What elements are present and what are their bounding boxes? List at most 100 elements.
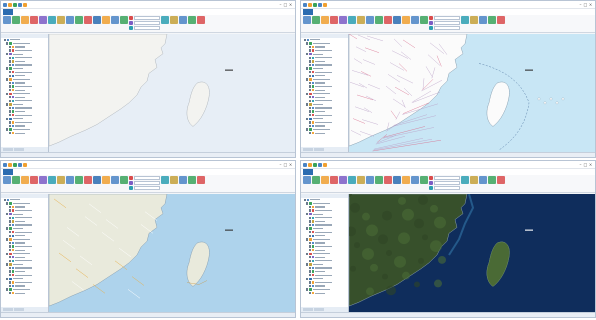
ribbon-tab[interactable]: [3, 169, 13, 175]
layer-checkbox-icon[interactable]: [6, 227, 9, 230]
ribbon-tab[interactable]: [313, 169, 322, 175]
ribbon-option-icon[interactable]: [129, 181, 133, 185]
ribbon-tool-icon[interactable]: [93, 176, 101, 184]
layer-checkbox-icon[interactable]: [8, 74, 11, 77]
ribbon-tab[interactable]: [40, 169, 49, 175]
ribbon-tool-icon[interactable]: [339, 176, 347, 184]
layer-checkbox-icon[interactable]: [308, 121, 311, 124]
layer-checkbox-icon[interactable]: [306, 202, 309, 205]
ribbon-tool-icon[interactable]: [384, 176, 392, 184]
ribbon-tab[interactable]: [340, 9, 349, 15]
ribbon-tab[interactable]: [22, 169, 31, 175]
ribbon-option-icon[interactable]: [129, 26, 133, 30]
layer-checkbox-icon[interactable]: [308, 248, 311, 252]
layer-checkbox-icon[interactable]: [308, 281, 311, 284]
ribbon-tool-icon[interactable]: [402, 16, 410, 24]
layer-checkbox-icon[interactable]: [8, 60, 11, 63]
layer-checkbox-icon[interactable]: [8, 216, 11, 219]
layer-checkbox-icon[interactable]: [306, 212, 309, 216]
ribbon-tool-icon[interactable]: [75, 176, 83, 184]
ribbon-tab[interactable]: [31, 9, 40, 15]
ribbon-tool-icon[interactable]: [497, 176, 505, 184]
layer-checkbox-icon[interactable]: [306, 78, 309, 81]
layer-checkbox-icon[interactable]: [6, 92, 9, 95]
layer-checkbox-icon[interactable]: [6, 117, 9, 121]
layer-checkbox-icon[interactable]: [306, 67, 309, 70]
ribbon-tool-icon[interactable]: [188, 16, 196, 24]
map-canvas[interactable]: [349, 194, 595, 312]
layer-checkbox-icon[interactable]: [308, 270, 311, 273]
ribbon-tab[interactable]: [313, 9, 322, 15]
ribbon-tool-icon[interactable]: [321, 176, 329, 184]
ribbon-tool-icon[interactable]: [102, 16, 110, 24]
layer-checkbox-icon[interactable]: [306, 52, 309, 56]
ribbon-tool-icon[interactable]: [179, 16, 187, 24]
layer-checkbox-icon[interactable]: [308, 284, 311, 288]
ribbon-tool-icon[interactable]: [66, 176, 74, 184]
ribbon-tab[interactable]: [31, 169, 40, 175]
ribbon-tool-icon[interactable]: [12, 176, 20, 184]
layer-checkbox-icon[interactable]: [8, 223, 11, 227]
ribbon-tool-icon[interactable]: [393, 176, 401, 184]
layer-checkbox-icon[interactable]: [6, 238, 9, 241]
quick-access-icon[interactable]: [313, 162, 317, 167]
map-view[interactable]: [49, 194, 295, 312]
ribbon-option-icon[interactable]: [129, 186, 133, 190]
ribbon-tool-icon[interactable]: [375, 176, 383, 184]
layer-checkbox-icon[interactable]: [308, 266, 311, 270]
ribbon-option-field[interactable]: [134, 176, 160, 180]
ribbon-tab[interactable]: [58, 9, 67, 15]
ribbon-option-icon[interactable]: [429, 21, 433, 25]
layer-checkbox-icon[interactable]: [6, 277, 9, 281]
layer-checkbox-icon[interactable]: [308, 63, 311, 67]
layer-checkbox-icon[interactable]: [8, 284, 11, 288]
ribbon-option-icon[interactable]: [429, 186, 433, 190]
ribbon-tool-icon[interactable]: [102, 176, 110, 184]
layer-checkbox-icon[interactable]: [8, 49, 11, 52]
ribbon-tool-icon[interactable]: [303, 176, 311, 184]
layer-tree-item[interactable]: [1, 131, 48, 135]
ribbon-option-field[interactable]: [134, 16, 160, 20]
ribbon-tool-icon[interactable]: [479, 16, 487, 24]
layer-checkbox-icon[interactable]: [8, 81, 11, 85]
layer-checkbox-icon[interactable]: [8, 266, 11, 270]
ribbon-tool-icon[interactable]: [348, 16, 356, 24]
layer-checkbox-icon[interactable]: [8, 241, 11, 245]
ribbon-tool-icon[interactable]: [120, 176, 128, 184]
ribbon-tool-icon[interactable]: [57, 176, 65, 184]
layer-checkbox-icon[interactable]: [308, 49, 311, 52]
ribbon-tab[interactable]: [331, 9, 340, 15]
layer-checkbox-icon[interactable]: [308, 259, 311, 263]
ribbon-tool-icon[interactable]: [348, 176, 356, 184]
close-icon[interactable]: ×: [588, 162, 593, 167]
ribbon-option-field[interactable]: [134, 26, 160, 30]
ribbon-tab[interactable]: [22, 9, 31, 15]
ribbon-tool-icon[interactable]: [179, 176, 187, 184]
layer-checkbox-icon[interactable]: [8, 281, 11, 284]
ribbon-tool-icon[interactable]: [161, 176, 169, 184]
ribbon-tool-icon[interactable]: [366, 176, 374, 184]
ribbon-tool-icon[interactable]: [461, 176, 469, 184]
layer-checkbox-icon[interactable]: [8, 132, 11, 135]
ribbon-tab[interactable]: [13, 169, 22, 175]
ribbon-tab[interactable]: [49, 9, 58, 15]
ribbon-tool-icon[interactable]: [21, 16, 29, 24]
layer-checkbox-icon[interactable]: [8, 205, 11, 209]
ribbon-option-icon[interactable]: [429, 26, 433, 30]
ribbon-tool-icon[interactable]: [461, 16, 469, 24]
layer-checkbox-icon[interactable]: [306, 238, 309, 241]
layer-tab[interactable]: [303, 148, 313, 151]
layer-checkbox-icon[interactable]: [6, 252, 9, 255]
ribbon-tool-icon[interactable]: [497, 16, 505, 24]
ribbon-option-icon[interactable]: [429, 16, 433, 20]
ribbon-tool-icon[interactable]: [21, 176, 29, 184]
ribbon-option-icon[interactable]: [429, 181, 433, 185]
ribbon-tool-icon[interactable]: [48, 16, 56, 24]
close-icon[interactable]: ×: [288, 2, 293, 7]
ribbon-option-field[interactable]: [434, 16, 460, 20]
layer-checkbox-icon[interactable]: [8, 259, 11, 263]
layer-checkbox-icon[interactable]: [306, 227, 309, 230]
layer-tree-item[interactable]: [1, 291, 48, 295]
layer-checkbox-icon[interactable]: [308, 81, 311, 85]
layer-checkbox-icon[interactable]: [6, 67, 9, 70]
